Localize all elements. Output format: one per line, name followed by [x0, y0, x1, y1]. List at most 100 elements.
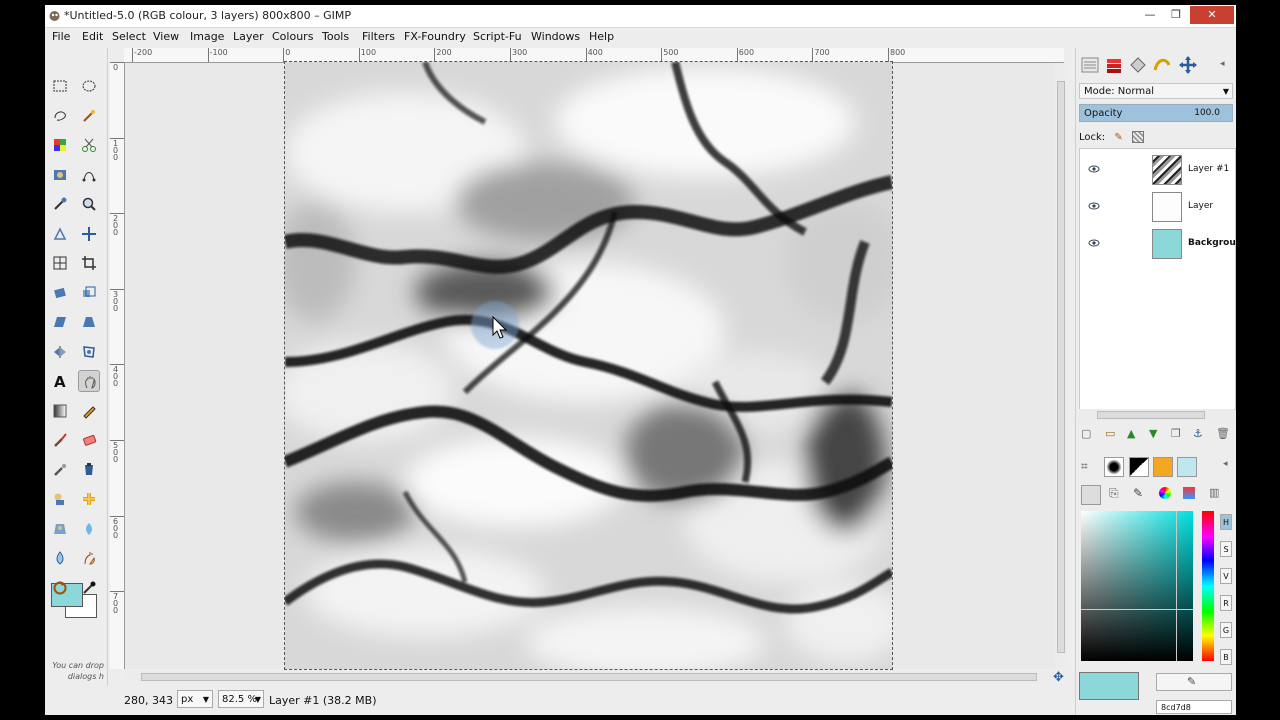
menu-tools[interactable]: Tools [322, 30, 349, 43]
horizontal-ruler[interactable]: -200 -100 0 100 200 300 400 500 600 700 800 [124, 48, 1064, 63]
tool-flip[interactable] [49, 341, 71, 363]
menu-fx-foundry[interactable]: FX-Foundry [404, 30, 466, 43]
tool-smudge-hand[interactable] [78, 370, 100, 392]
layer-row[interactable]: Layer [1080, 190, 1235, 224]
color-saturation-field[interactable] [1081, 511, 1193, 661]
tool-rect-select[interactable] [49, 75, 71, 97]
lock-pixels-icon[interactable]: ✎ [1114, 132, 1122, 143]
hex-color-input[interactable]: 8cd7d8 [1156, 700, 1232, 714]
layer-list-scroll-thumb[interactable] [1097, 411, 1205, 419]
pointer-tab-icon[interactable]: ⌗ [1081, 459, 1088, 474]
duplicate-layer-icon[interactable]: ❐ [1171, 427, 1181, 440]
menu-file[interactable]: File [52, 30, 70, 43]
tab-undo[interactable] [1178, 55, 1200, 77]
menu-view[interactable]: View [153, 30, 179, 43]
opacity-slider[interactable]: Opacity 100.0 [1079, 104, 1233, 122]
menu-select[interactable]: Select [112, 30, 146, 43]
hue-slider[interactable] [1202, 511, 1214, 661]
raise-layer-icon[interactable]: ▲ [1127, 427, 1135, 440]
tool-paths[interactable] [78, 164, 100, 186]
tool-ink[interactable] [78, 459, 100, 481]
tool-eraser[interactable] [78, 429, 100, 451]
menu-layer[interactable]: Layer [233, 30, 264, 43]
visibility-eye-icon[interactable] [1088, 201, 1100, 211]
channel-b-button[interactable]: B [1220, 649, 1232, 665]
dock-menu-icon[interactable]: ◂ [1220, 59, 1225, 69]
tab-layers[interactable] [1104, 55, 1126, 77]
tool-scale[interactable] [78, 282, 100, 304]
new-group-icon[interactable]: ▭ [1105, 427, 1115, 440]
tool-select-by-color[interactable] [49, 134, 71, 156]
lock-alpha-icon[interactable] [1131, 131, 1144, 143]
tool-perspective-clone[interactable] [49, 518, 71, 540]
mode-selector[interactable]: Mode: Normal ▼ [1079, 83, 1233, 99]
new-layer-icon[interactable]: ▢ [1081, 427, 1091, 440]
menu-colours[interactable]: Colours [272, 30, 313, 43]
palette-tab-icon[interactable] [1153, 457, 1173, 477]
tool-cage-transform[interactable] [78, 341, 100, 363]
wheel-selector-icon[interactable] [1159, 487, 1171, 499]
tool-shear[interactable] [49, 311, 71, 333]
delete-layer-icon[interactable]: 🗑 [1216, 427, 1230, 440]
horizontal-scrollbar[interactable] [125, 671, 1055, 683]
tool-paintbrush[interactable] [49, 429, 71, 451]
visibility-eye-icon[interactable] [1088, 164, 1100, 174]
vertical-scrollbar[interactable] [1055, 63, 1067, 669]
gimp-selector-tab[interactable] [1081, 485, 1101, 505]
cmyk-selector-icon[interactable]: ⎘ [1109, 486, 1119, 501]
anchor-layer-icon[interactable]: ⚓ [1193, 427, 1203, 440]
image-canvas[interactable] [284, 61, 893, 670]
tool-text[interactable]: A [49, 370, 71, 392]
palette-selector-icon[interactable] [1183, 487, 1195, 499]
tool-measure[interactable] [49, 223, 71, 245]
menu-edit[interactable]: Edit [82, 30, 103, 43]
tool-move[interactable] [78, 223, 100, 245]
tool-perspective[interactable] [78, 311, 100, 333]
layer-row[interactable]: Backgroun [1080, 227, 1236, 261]
color-picker-button[interactable]: ✎ [1156, 673, 1232, 691]
tool-rotate[interactable] [49, 282, 71, 304]
tool-color-picker[interactable] [49, 193, 71, 215]
horizontal-scroll-thumb[interactable] [141, 673, 1037, 681]
channel-v-button[interactable]: V [1220, 568, 1232, 584]
dock-menu-icon[interactable]: ◂ [1223, 459, 1228, 469]
tool-free-select[interactable] [49, 105, 71, 127]
tool-dodge-burn[interactable] [78, 518, 100, 540]
layer-row[interactable]: Layer #1 [1080, 153, 1235, 187]
tool-ink-blot[interactable] [78, 577, 100, 599]
menu-filters[interactable]: Filters [362, 30, 395, 43]
tool-clone[interactable] [49, 488, 71, 510]
tab-channels[interactable] [1128, 55, 1150, 77]
visibility-eye-icon[interactable] [1088, 238, 1100, 248]
minimize-button[interactable]: — [1137, 6, 1163, 24]
gradient-tab-icon[interactable] [1177, 457, 1197, 477]
tool-blur-sharpen[interactable] [49, 547, 71, 569]
tool-crop[interactable] [78, 252, 100, 274]
menu-script-fu[interactable]: Script-Fu [473, 30, 522, 43]
lower-layer-icon[interactable]: ▼ [1149, 427, 1157, 440]
tool-blend[interactable] [49, 400, 71, 422]
tab-paths[interactable] [1152, 55, 1174, 77]
tool-align[interactable] [49, 252, 71, 274]
menu-windows[interactable]: Windows [531, 30, 580, 43]
tool-zoom[interactable] [78, 193, 100, 215]
tool-airbrush[interactable] [49, 459, 71, 481]
channel-r-button[interactable]: R [1220, 595, 1232, 611]
channel-g-button[interactable]: G [1220, 622, 1232, 638]
channel-s-button[interactable]: S [1220, 541, 1232, 557]
tool-ellipse-select[interactable] [78, 75, 100, 97]
close-button[interactable]: ✕ [1190, 6, 1234, 24]
zoom-selector[interactable]: 82.5 % ▼ [218, 690, 264, 708]
tool-rotate-view[interactable] [49, 577, 71, 599]
vertical-ruler[interactable]: 0 100 200 300 400 500 600 700 [110, 62, 125, 669]
tab-tool-options[interactable] [1080, 55, 1102, 77]
tool-foreground-select[interactable] [49, 164, 71, 186]
tool-pencil[interactable] [78, 400, 100, 422]
watercolor-selector-icon[interactable]: ✎ [1133, 486, 1143, 500]
navigate-icon[interactable]: ✥ [1053, 670, 1064, 685]
fg-bg-tab-icon[interactable] [1129, 457, 1149, 477]
menu-image[interactable]: Image [190, 30, 224, 43]
scales-selector-icon[interactable]: ▥ [1209, 486, 1219, 499]
brush-tab-icon[interactable] [1104, 457, 1124, 477]
menu-help[interactable]: Help [589, 30, 614, 43]
